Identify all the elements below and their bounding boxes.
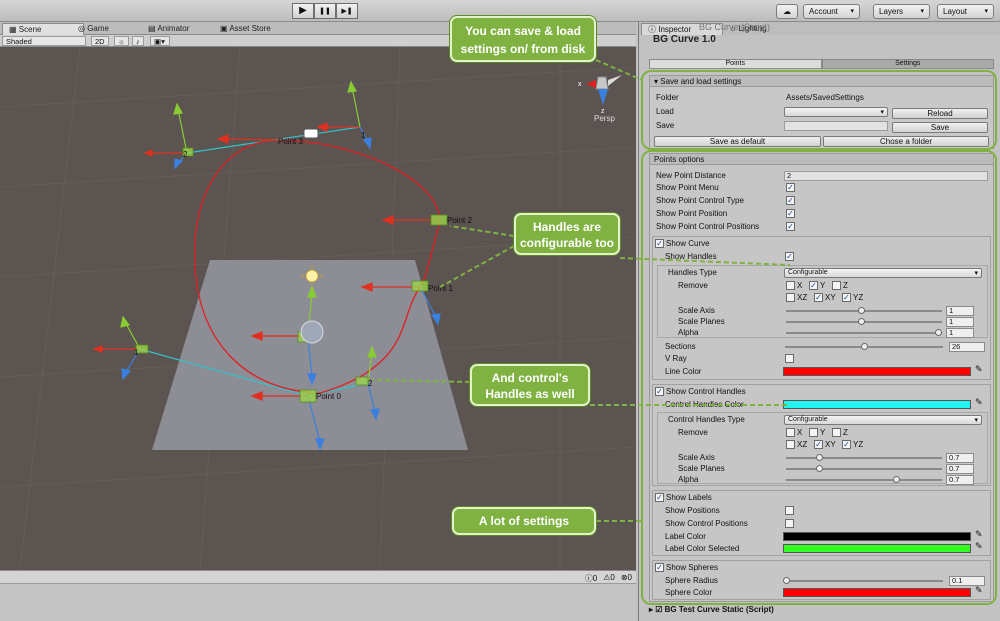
handle-label-2-bottom: 2 — [368, 379, 373, 388]
persp-label: Persp — [594, 114, 615, 123]
scene-viewport[interactable]: Point 3 Point 2 Point 1 Point 0 1 2 1 2 … — [0, 47, 636, 570]
tab-asset-store[interactable]: ▣ Asset Store — [214, 23, 277, 35]
point-label-1: Point 1 — [428, 284, 453, 293]
info-count: ⓘ0 — [584, 574, 598, 583]
point-label-2: Point 2 — [447, 216, 472, 225]
point-label-0: Point 0 — [316, 392, 341, 401]
tab-points[interactable]: Points — [649, 59, 822, 69]
handle-label-2-left: 2 — [183, 150, 188, 159]
console-toolbar: ⓘ0 ⚠0 ⊗0 — [0, 571, 636, 584]
save-load-highlight — [641, 70, 997, 150]
layout-label: Layout — [943, 7, 968, 16]
layout-dropdown[interactable]: Layout ▾ — [937, 4, 994, 19]
callout-control-handles: And control's Handles as well — [470, 364, 590, 406]
handle-label-1-top: 1 — [361, 131, 366, 140]
play-icon[interactable]: ▶ — [292, 3, 314, 19]
layers-dropdown[interactable]: Layers ▾ — [873, 4, 930, 19]
gizmo-x-label: x — [578, 81, 582, 88]
error-count: ⊗0 — [620, 573, 632, 582]
tab-animator[interactable]: ▤ Animator — [142, 23, 195, 35]
console-panel: ⓘ0 ⚠0 ⊗0 — [0, 570, 636, 621]
tab-game[interactable]: ◎ Game — [72, 23, 115, 35]
audio-toggle-icon[interactable]: ♪ — [132, 36, 144, 46]
playback-controls: ▶ ❚❚ ▶❚ — [292, 3, 358, 19]
settings-highlight — [641, 150, 997, 605]
component-header[interactable]: BG Curve (Script) — [699, 22, 770, 32]
editor-tab-bar: Points Settings — [649, 59, 994, 69]
scene-orientation-gizmo[interactable]: x z Persp — [578, 75, 622, 123]
warning-count: ⚠0 — [603, 573, 615, 582]
layers-label: Layers — [879, 7, 904, 16]
light-icon[interactable] — [305, 269, 319, 283]
account-dropdown[interactable]: Account ▾ — [803, 4, 860, 19]
effects-toggle-icon[interactable]: ▣▾ — [150, 36, 170, 46]
dropdown-arrow-icon: ▾ — [850, 7, 854, 15]
camera-icon[interactable] — [303, 128, 319, 139]
callout-settings: A lot of settings — [452, 507, 596, 535]
step-icon[interactable]: ▶❚ — [336, 3, 358, 19]
dropdown-arrow-icon: ▾ — [920, 7, 924, 15]
callout-save-load: You can save & load settings on/ from di… — [450, 16, 596, 62]
scene-canvas[interactable]: Point 3 Point 2 Point 1 Point 0 1 2 1 2 … — [0, 47, 636, 570]
handle-label-1-left: 1 — [134, 348, 139, 357]
shading-mode-dropdown[interactable]: Shaded — [2, 36, 86, 46]
sphere-object[interactable] — [300, 320, 324, 344]
component-title: BG Curve 1.0 — [653, 34, 716, 45]
pause-icon[interactable]: ❚❚ — [314, 3, 336, 19]
footer-component-header[interactable]: ▸ ☑ BG Test Curve Static (Script) — [649, 605, 774, 615]
tab-settings[interactable]: Settings — [821, 59, 994, 69]
lighting-toggle-icon[interactable]: ☼ — [114, 36, 129, 46]
dropdown-arrow-icon: ▾ — [984, 7, 988, 15]
unity-editor: ▶ ❚❚ ▶❚ ☁ Account ▾ Layers ▾ Layout ▾ ▦ Sce… — [0, 0, 1000, 621]
toggle-2d-button[interactable]: 2D — [91, 36, 109, 46]
point-label-3: Point 3 — [278, 137, 303, 146]
console-counts[interactable]: ⓘ0 ⚠0 ⊗0 — [585, 573, 632, 584]
callout-handles: Handles are configurable too — [514, 213, 620, 255]
account-label: Account — [809, 7, 838, 16]
cloud-icon[interactable]: ☁ — [776, 4, 798, 19]
